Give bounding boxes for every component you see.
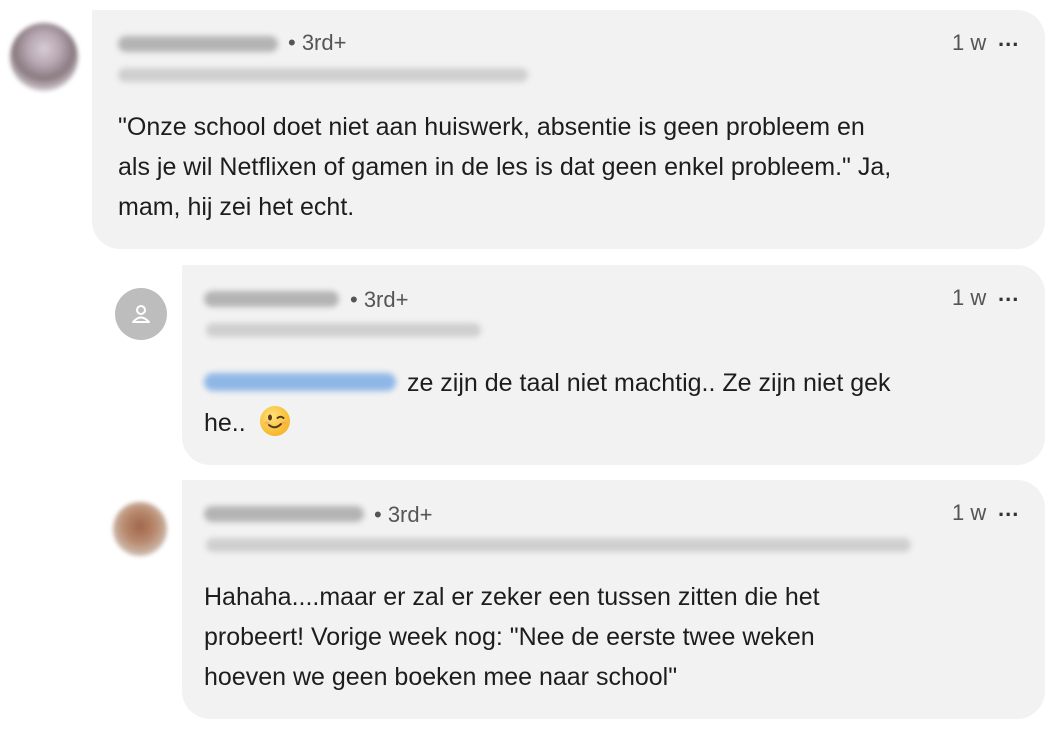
reply-bubble: • 3rd+ 1 w ... Hahaha....maar er zal er … <box>182 480 1045 719</box>
connection-degree: • 3rd+ <box>374 502 433 527</box>
avatar[interactable] <box>10 23 78 91</box>
author-headline-redacted <box>206 538 911 552</box>
author-name-redacted[interactable] <box>204 506 364 522</box>
timestamp: 1 w <box>952 30 987 55</box>
comment-text: "Onze school doet niet aan huiswerk, abs… <box>118 113 892 221</box>
author-name-redacted[interactable] <box>204 291 339 307</box>
timestamp: 1 w <box>952 500 987 525</box>
more-options-button[interactable]: ... <box>998 26 1019 52</box>
avatar[interactable] <box>115 288 167 340</box>
connection-degree: • 3rd+ <box>288 30 347 55</box>
timestamp: 1 w <box>952 285 987 310</box>
author-name-redacted[interactable] <box>118 36 278 52</box>
connection-degree: • 3rd+ <box>350 287 409 312</box>
reply-text: ze zijn de taal niet machtig.. Ze zijn n… <box>400 369 891 397</box>
more-options-button[interactable]: ... <box>998 281 1019 307</box>
more-options-button[interactable]: ... <box>998 496 1019 522</box>
mention-link-redacted[interactable] <box>204 373 396 391</box>
author-headline-redacted <box>206 323 481 337</box>
reply-text: Hahaha....maar er zal er zeker een tusse… <box>204 583 820 691</box>
winking-face-icon <box>259 406 290 436</box>
person-icon <box>132 305 150 323</box>
author-headline-redacted <box>118 68 528 82</box>
comment-bubble: • 3rd+ 1 w ... "Onze school doet niet aa… <box>92 10 1045 249</box>
avatar[interactable] <box>113 502 167 556</box>
reply-text-continued: he.. <box>204 403 404 443</box>
reply-bubble: • 3rd+ 1 w ... ze zijn de taal niet mach… <box>182 265 1045 465</box>
